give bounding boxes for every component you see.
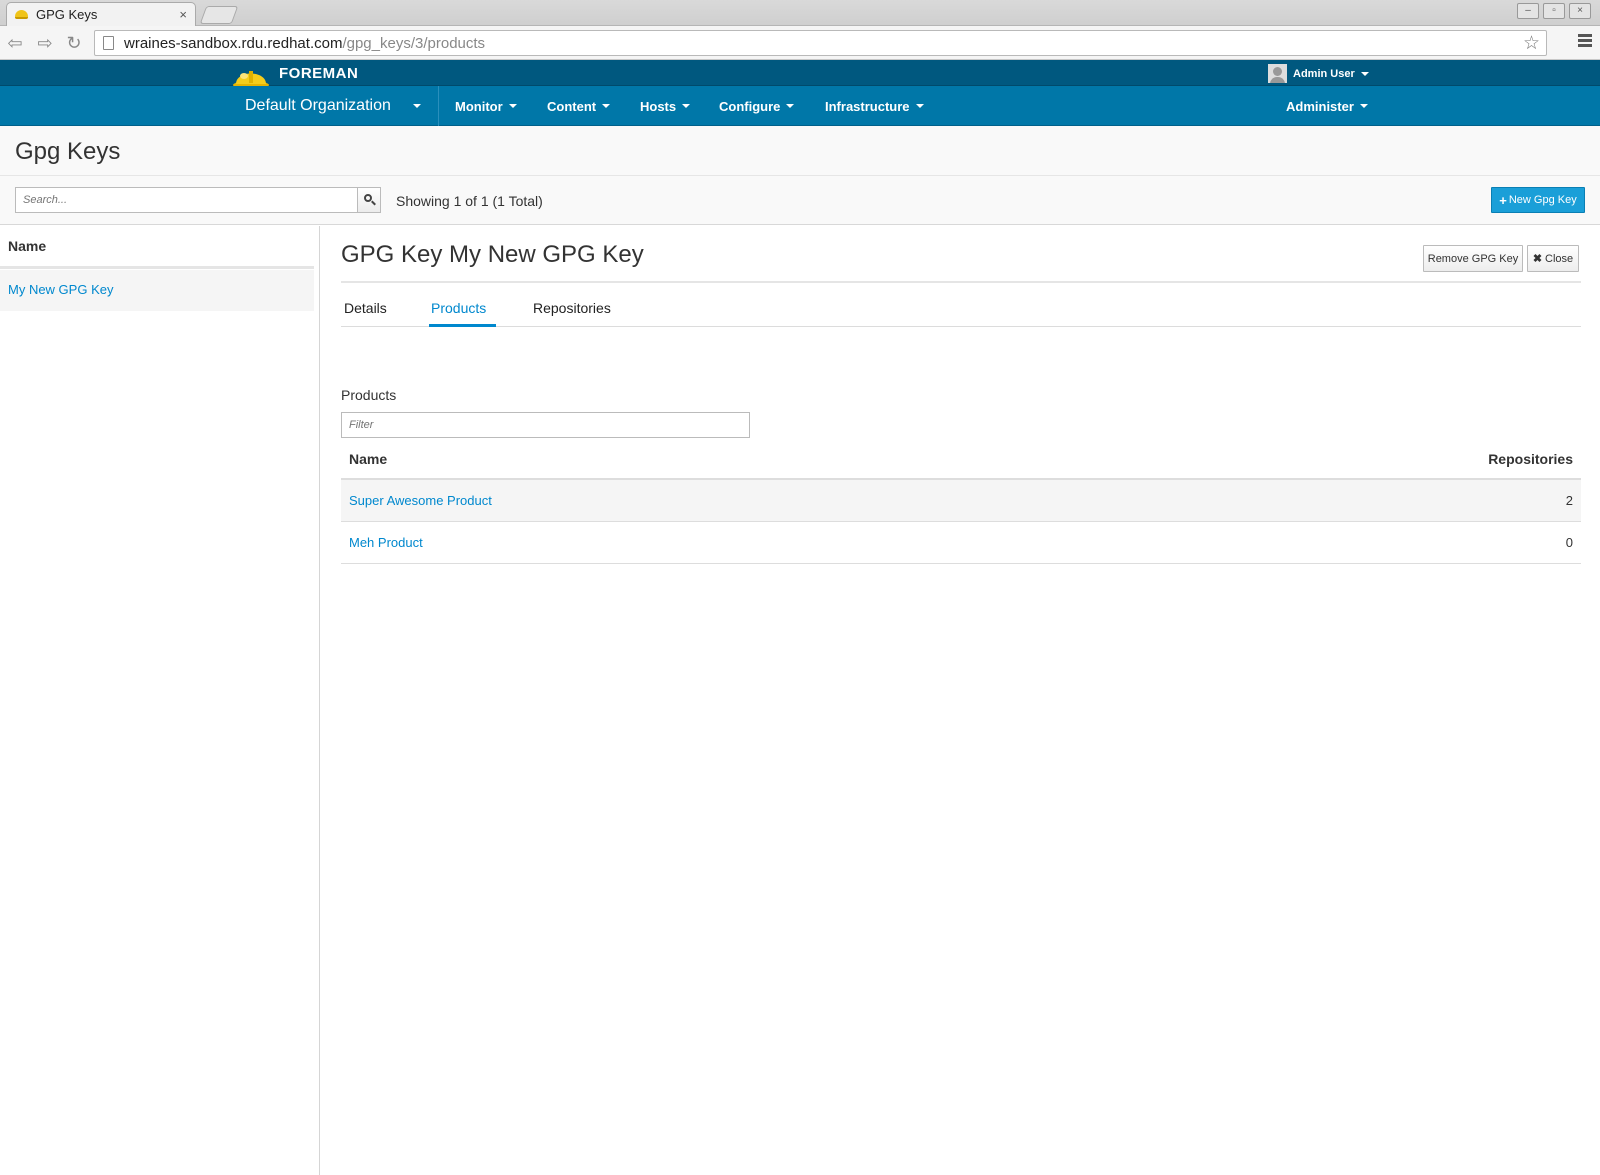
caret-down-icon [602,104,611,108]
browser-tabstrip: GPG Keys × – ▫ × [0,0,1600,26]
nav-item-administer[interactable]: Administer [1286,86,1368,126]
user-menu[interactable]: Admin User [1268,64,1369,83]
address-bar[interactable]: wraines-sandbox.rdu.redhat.com /gpg_keys… [94,30,1547,56]
close-button[interactable]: ✖ Close [1527,245,1579,272]
column-header-name[interactable]: Name [349,451,387,467]
caret-down-icon [786,104,795,108]
page-title: Gpg Keys [15,138,121,165]
foreman-favicon-icon [15,10,28,19]
list-item-link[interactable]: My New GPG Key [8,282,113,297]
caret-down-icon [1359,104,1368,108]
nav-item-label: Infrastructure [825,98,910,114]
tab-close-icon[interactable]: × [179,7,187,22]
table-row: Meh Product 0 [341,522,1581,564]
caret-down-icon [682,104,691,108]
browser-toolbar: ⇦ ⇨ ↻ wraines-sandbox.rdu.redhat.com /gp… [0,26,1600,60]
list-header-name[interactable]: Name [8,238,46,254]
new-gpg-key-label: New Gpg Key [1508,194,1577,206]
search-button[interactable] [357,187,381,213]
product-link[interactable]: Meh Product [349,535,423,550]
minimize-icon[interactable]: – [1517,3,1539,19]
new-gpg-key-button[interactable]: + New Gpg Key [1491,187,1585,213]
bookmark-star-icon[interactable]: ☆ [1523,32,1540,55]
back-icon[interactable]: ⇦ [4,32,26,54]
brand-bar: FOREMAN Admin User [0,60,1600,89]
nav-item-label: Content [547,98,597,114]
result-count: Showing 1 of 1 (1 Total) [396,193,543,209]
organization-switcher[interactable]: Default Organization [245,86,421,126]
search-input[interactable] [15,187,358,213]
forward-icon[interactable]: ⇨ [34,32,56,54]
caret-down-icon [1360,71,1369,76]
browser-tab-title: GPG Keys [36,7,98,22]
nav-item-infrastructure[interactable]: Infrastructure [825,86,924,126]
divider [341,281,1581,283]
caret-down-icon [508,104,517,108]
column-header-repositories[interactable]: Repositories [1488,451,1573,467]
nav-item-label: Administer [1286,98,1354,114]
url-path: /gpg_keys/3/products [342,34,486,52]
products-filter-input[interactable] [341,412,750,438]
detail-title: GPG Key My New GPG Key [341,241,644,268]
maximize-icon[interactable]: ▫ [1543,3,1565,19]
tab-repositories[interactable]: Repositories [533,300,611,316]
url-host: wraines-sandbox.rdu.redhat.com [124,34,343,52]
caret-down-icon [915,104,924,108]
table-row: Super Awesome Product 2 [341,480,1581,522]
products-section-label: Products [341,387,397,403]
brand-name[interactable]: FOREMAN [279,65,358,82]
close-label: Close [1545,252,1574,265]
nav-item-label: Configure [719,98,781,114]
nav-item-label: Monitor [455,98,503,114]
main-nav: Default Organization Monitor Content Hos… [0,86,1600,126]
product-link[interactable]: Super Awesome Product [349,493,492,508]
organization-name: Default Organization [245,97,391,114]
nav-item-label: Hosts [640,98,677,114]
remove-gpg-key-button[interactable]: Remove GPG Key [1423,245,1523,272]
products-table: Name Repositories Super Awesome Product … [341,442,1581,564]
caret-down-icon [412,104,421,108]
nav-item-content[interactable]: Content [547,86,611,126]
avatar [1268,64,1287,83]
remove-gpg-key-label: Remove GPG Key [1427,252,1519,265]
nav-item-configure[interactable]: Configure [719,86,795,126]
repository-count: 0 [1565,535,1573,550]
list-item[interactable]: My New GPG Key [0,270,314,311]
nav-divider [438,86,439,126]
nav-item-hosts[interactable]: Hosts [640,86,691,126]
gpg-key-list: Name My New GPG Key [0,226,320,1175]
close-icon: ✖ [1532,253,1543,265]
user-name: Admin User [1293,67,1355,80]
plus-icon: + [1499,192,1507,208]
table-header: Name Repositories [341,442,1581,480]
tab-details[interactable]: Details [344,300,387,316]
browser-menu-icon[interactable] [1578,34,1592,49]
page-icon [103,36,114,50]
active-tab-indicator [429,324,496,327]
browser-tab[interactable]: GPG Keys × [6,2,196,26]
repository-count: 2 [1565,493,1573,508]
search-row: Showing 1 of 1 (1 Total) + New Gpg Key [0,176,1600,225]
tab-products[interactable]: Products [431,300,486,316]
page-header: Gpg Keys [0,126,1600,176]
reload-icon[interactable]: ↻ [63,32,85,54]
divider [0,266,314,269]
nav-item-monitor[interactable]: Monitor [455,86,517,126]
new-tab-button[interactable] [199,6,239,24]
detail-tabs: Details Products Repositories [341,295,1581,327]
window-close-icon[interactable]: × [1569,3,1591,19]
